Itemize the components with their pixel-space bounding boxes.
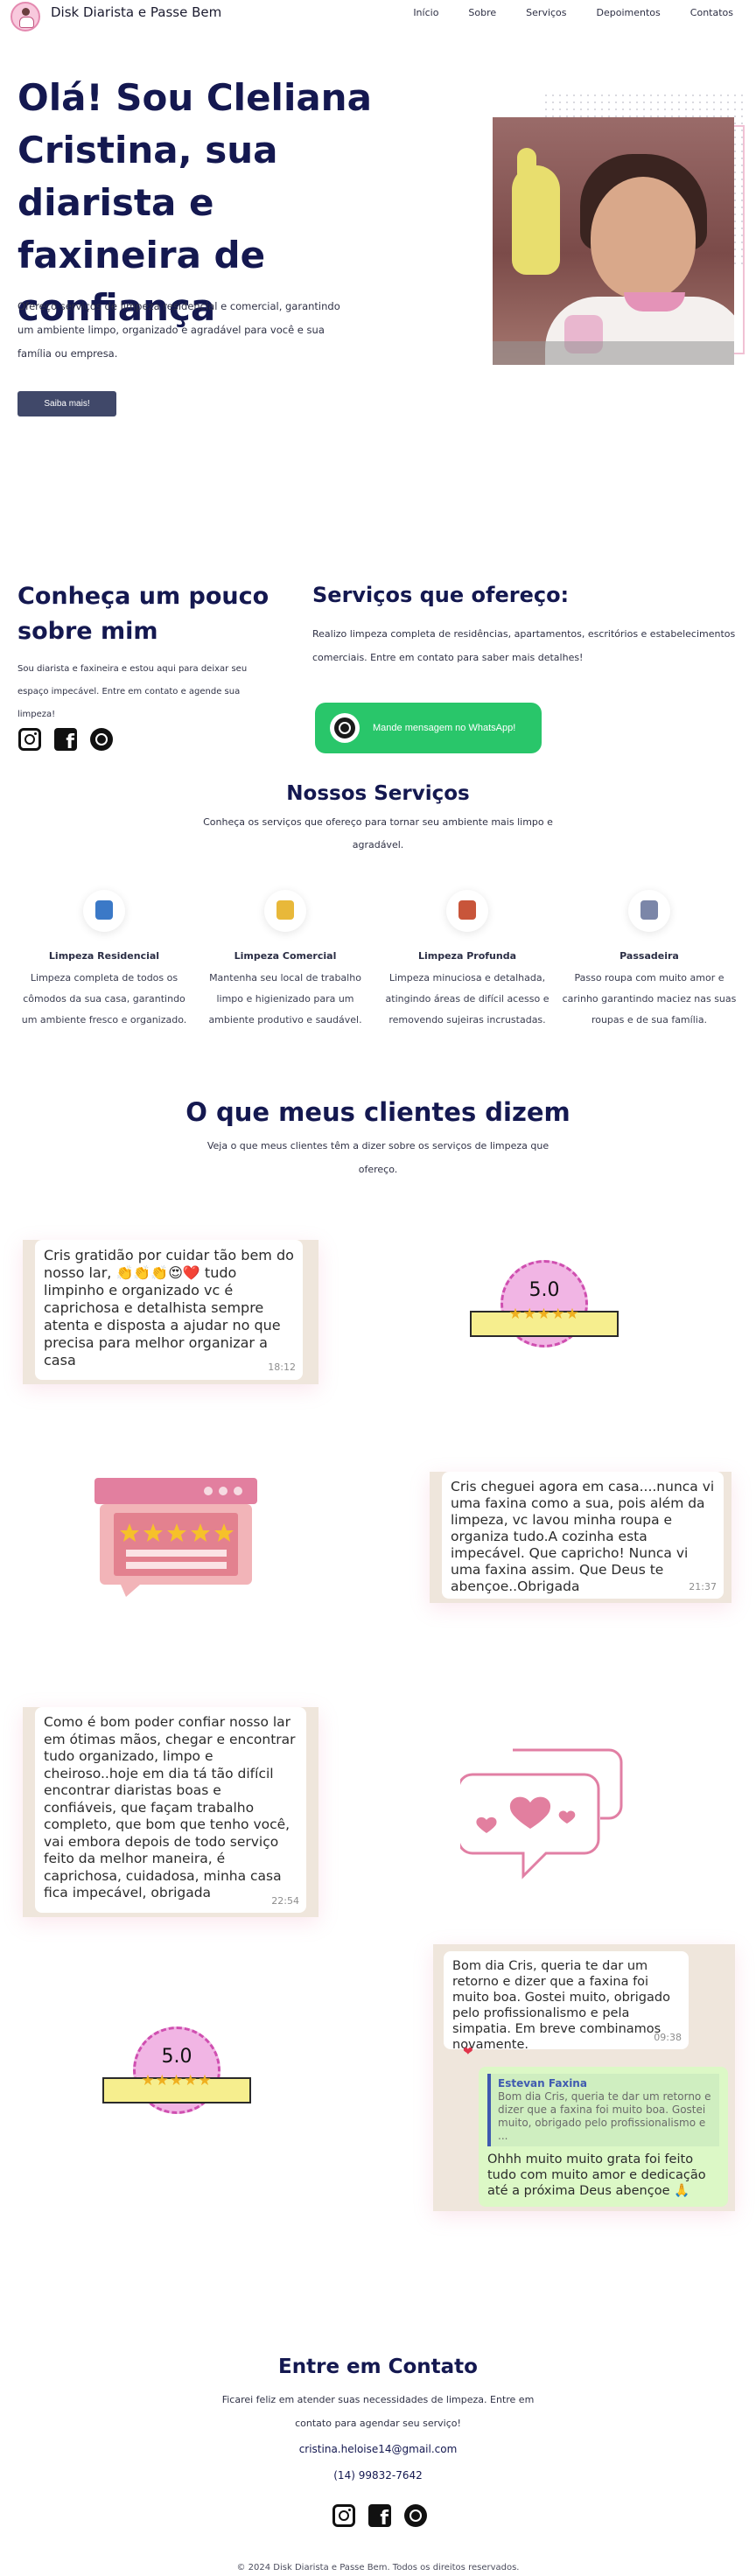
- whatsapp-icon[interactable]: [90, 728, 113, 751]
- services-section-subtitle: Conheça os serviços que ofereço para tor…: [203, 816, 553, 850]
- instagram-icon[interactable]: [332, 2504, 355, 2527]
- about-social-links: [18, 728, 113, 753]
- testimonial-screenshot-3: Como é bom poder confiar nosso lar em ót…: [23, 1707, 318, 1917]
- testimonial-text: Como é bom poder confiar nosso lar em ót…: [44, 1714, 296, 1900]
- quoted-author: Estevan Faxina: [498, 2077, 587, 2090]
- service-name: Limpeza Profunda: [417, 950, 517, 962]
- brand-name[interactable]: Disk Diarista e Passe Bem: [51, 4, 221, 20]
- services-offered-title: Serviços que ofereço:: [312, 583, 570, 607]
- service-card-passadeira: Passadeira Passo roupa com muito amor e …: [562, 890, 737, 1031]
- rating-badge: 5.0 ★★★★★: [470, 1260, 619, 1361]
- testimonial-screenshot-4: Bom dia Cris, queria te dar um retorno e…: [433, 1944, 735, 2211]
- review-card-illustration: [94, 1478, 257, 1597]
- brand-logo[interactable]: [10, 2, 40, 32]
- testimonials-subtitle: Veja o que meus clientes têm a dizer sob…: [206, 1140, 550, 1175]
- contact-social-links: [332, 2504, 427, 2530]
- nav-link-depoimentos[interactable]: Depoimentos: [597, 7, 661, 18]
- nav-link-inicio[interactable]: Início: [413, 7, 438, 18]
- service-name: Passadeira: [620, 950, 679, 962]
- facebook-icon[interactable]: [54, 728, 77, 753]
- rating-badge: 5.0 ★★★★★: [102, 2026, 251, 2127]
- heart-reaction-icon: ❤: [463, 2045, 473, 2059]
- testimonial-text: Cris cheguei agora em casa....nunca vi u…: [451, 1479, 715, 1594]
- testimonial-text: Bom dia Cris, queria te dar um retorno e…: [452, 1959, 670, 2052]
- service-description: Limpeza completa de todos os cômodos da …: [21, 972, 187, 1026]
- main-menu: Início Sobre Serviços Depoimentos Contat…: [383, 7, 733, 18]
- rating-stars-icon: ★★★★★: [141, 2072, 213, 2090]
- service-card-profunda: Limpeza Profunda Limpeza minuciosa e det…: [380, 890, 555, 1031]
- contact-email[interactable]: cristina.heloise14@gmail.com: [0, 2443, 756, 2455]
- learn-more-button[interactable]: Saiba mais!: [18, 391, 116, 416]
- quoted-text: Bom dia Cris, queria te dar um retorno e…: [498, 2090, 711, 2142]
- facebook-icon[interactable]: [368, 2504, 391, 2530]
- about-description: Sou diarista e faxineira e estou aqui pa…: [18, 664, 248, 719]
- service-name: Limpeza Comercial: [234, 950, 337, 962]
- whatsapp-button-label: Mande mensagem no WhatsApp!: [373, 723, 516, 733]
- top-navbar: Disk Diarista e Passe Bem Início Sobre S…: [0, 0, 756, 32]
- chat-bubble: Cris cheguei agora em casa....nunca vi u…: [442, 1472, 724, 1599]
- services-offered-description: Realizo limpeza completa de residências,…: [312, 628, 736, 663]
- whatsapp-icon: [330, 713, 360, 743]
- chat-bubble: Bom dia Cris, queria te dar um retorno e…: [444, 1951, 689, 2052]
- nav-link-sobre[interactable]: Sobre: [468, 7, 496, 18]
- message-time: 21:37: [689, 1581, 717, 1592]
- rating-score: 5.0: [161, 2046, 192, 2068]
- testimonial-screenshot-1: Cris gratidão por cuidar tão bem do noss…: [23, 1240, 318, 1384]
- iron-icon: [628, 890, 670, 932]
- contact-description: Ficarei feliz em atender suas necessidad…: [221, 2394, 535, 2429]
- message-time: 22:54: [271, 1894, 299, 1907]
- service-description: Mantenha seu local de trabalho limpo e h…: [208, 972, 362, 1026]
- whatsapp-message-button[interactable]: Mande mensagem no WhatsApp!: [315, 703, 542, 753]
- hero-description: Ofereço serviços de limpeza residencial …: [18, 300, 340, 360]
- service-name: Limpeza Residencial: [48, 950, 160, 962]
- service-card-comercial: Limpeza Comercial Mantenha seu local de …: [198, 890, 373, 1031]
- message-time: 09:38: [654, 2032, 682, 2043]
- reply-text: Ohhh muito muito grata foi feito tudo co…: [487, 2152, 706, 2198]
- services-section-title: Nossos Serviços: [286, 782, 470, 805]
- testimonials-title: O que meus clientes dizem: [186, 1097, 570, 1127]
- message-time: 18:12: [268, 1362, 296, 1373]
- testimonial-text: Cris gratidão por cuidar tão bem do noss…: [44, 1247, 294, 1368]
- whatsapp-icon[interactable]: [404, 2504, 427, 2527]
- profile-photo: [493, 117, 734, 365]
- contact-phone[interactable]: (14) 99832-7642: [0, 2469, 756, 2482]
- nav-link-contatos[interactable]: Contatos: [690, 7, 733, 18]
- instagram-icon[interactable]: [18, 728, 41, 751]
- quoted-message: Estevan Faxina Bom dia Cris, queria te d…: [487, 2074, 719, 2146]
- service-description: Passo roupa com muito amor e carinho gar…: [562, 972, 737, 1026]
- reply-chat-bubble: Estevan Faxina Bom dia Cris, queria te d…: [479, 2067, 728, 2207]
- spray-bottle-icon: [264, 890, 306, 932]
- service-description: Limpeza minuciosa e detalhada, atingindo…: [385, 972, 550, 1026]
- about-title: Conheça um pouco sobre mim: [18, 583, 270, 645]
- chat-bubble: Cris gratidão por cuidar tão bem do noss…: [35, 1240, 303, 1380]
- rating-score: 5.0: [528, 1279, 560, 1301]
- house-cleaning-icon: [83, 890, 125, 932]
- rating-stars-icon: ★★★★★: [508, 1306, 580, 1323]
- footer-copyright: © 2024 Disk Diarista e Passe Bem. Todos …: [236, 2563, 520, 2572]
- speech-bubbles-hearts-illustration: [460, 1748, 623, 1880]
- contact-title: Entre em Contato: [278, 2356, 478, 2378]
- testimonial-screenshot-2: Cris cheguei agora em casa....nunca vi u…: [430, 1472, 732, 1603]
- service-card-residencial: Limpeza Residencial Limpeza completa de …: [17, 890, 192, 1031]
- nav-link-servicos[interactable]: Serviços: [526, 7, 566, 18]
- chat-bubble: Como é bom poder confiar nosso lar em ót…: [35, 1707, 306, 1913]
- cleaning-supplies-icon: [446, 890, 488, 932]
